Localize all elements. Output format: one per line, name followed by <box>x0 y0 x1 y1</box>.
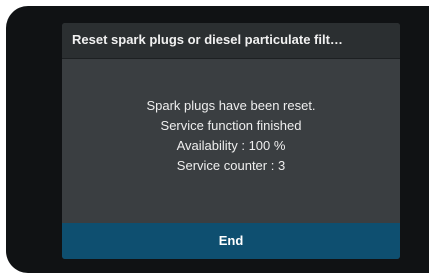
dialog-body: Spark plugs have been reset. Service fun… <box>62 59 400 223</box>
service-status-text: Service function finished <box>160 118 302 133</box>
screen: Reset spark plugs or diesel particulate … <box>0 0 429 273</box>
service-dialog: Reset spark plugs or diesel particulate … <box>62 23 400 259</box>
message-lines: Spark plugs have been reset. Service fun… <box>62 96 400 176</box>
dialog-title: Reset spark plugs or diesel particulate … <box>72 32 343 47</box>
dialog-header: Reset spark plugs or diesel particulate … <box>62 23 400 59</box>
availability-text: Availability : 100 % <box>176 138 286 153</box>
reset-status-text: Spark plugs have been reset. <box>146 98 316 113</box>
end-button[interactable]: End <box>62 223 400 259</box>
end-button-label: End <box>218 233 244 248</box>
service-counter-text: Service counter : 3 <box>176 158 286 173</box>
